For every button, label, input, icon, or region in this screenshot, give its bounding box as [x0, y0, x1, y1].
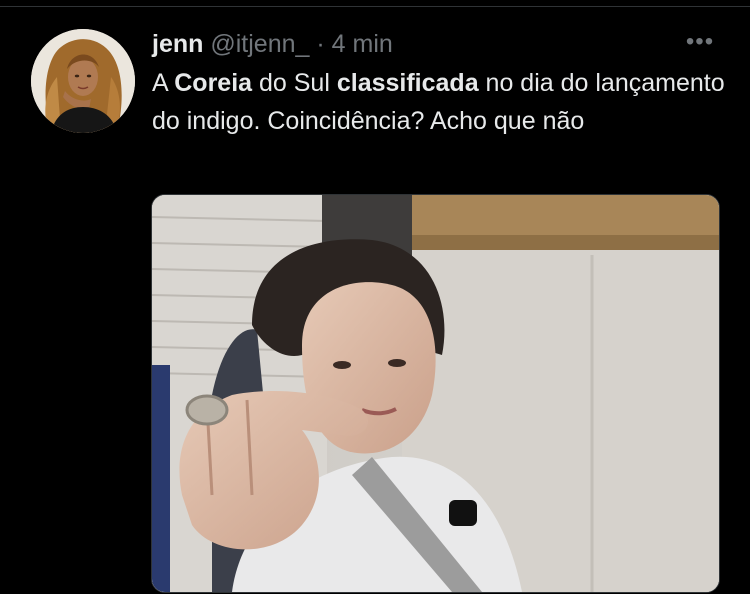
avatar[interactable] — [31, 29, 135, 133]
tweet-media-image[interactable] — [151, 194, 720, 593]
top-divider — [0, 6, 750, 7]
media-photo — [152, 195, 719, 592]
tweet-text-part: do Sul — [252, 69, 337, 97]
author-name[interactable]: jenn — [152, 30, 203, 58]
tweet-text: A Coreia do Sul classificada no dia do l… — [152, 64, 732, 140]
tweet-header: jenn @itjenn_ · 4 min — [152, 28, 393, 60]
author-handle[interactable]: @itjenn_ — [210, 30, 309, 58]
more-horizontal-icon[interactable]: ••• — [684, 28, 716, 56]
meta-separator: · — [316, 30, 325, 58]
tweet-text-bold: Coreia — [174, 69, 253, 97]
tweet-text-bold: classificada — [336, 69, 479, 97]
avatar-image — [31, 29, 135, 133]
tweet-text-part: A — [152, 69, 175, 97]
tweet-timestamp[interactable]: 4 min — [332, 30, 393, 58]
